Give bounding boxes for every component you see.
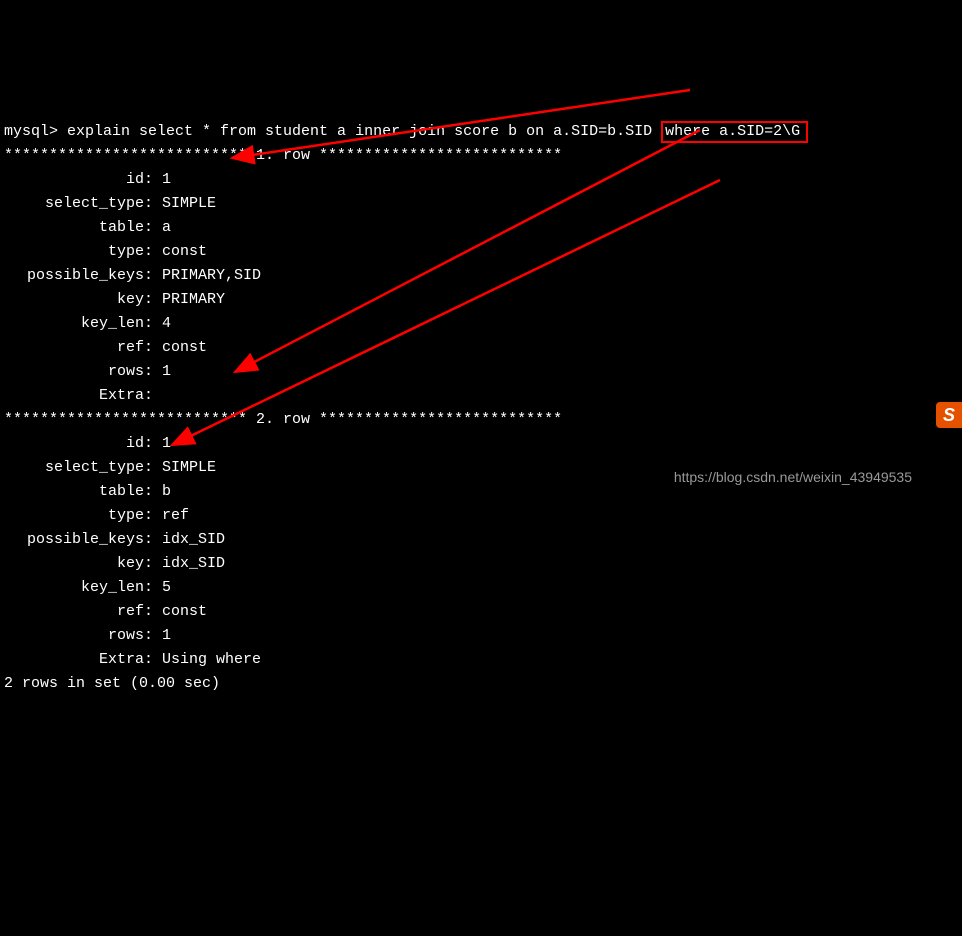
prompt-prefix: mysql> xyxy=(4,123,67,140)
row2-ref: ref: const xyxy=(4,603,207,620)
watermark-text: https://blog.csdn.net/weixin_43949535 xyxy=(674,466,912,488)
label-id: id xyxy=(4,168,144,192)
row2-rows: rows: 1 xyxy=(4,627,171,644)
row-2-header: *************************** 2. row *****… xyxy=(4,411,562,428)
row2-table: table: b xyxy=(4,483,171,500)
csdn-badge-icon: S xyxy=(936,402,962,428)
row2-Extra: Extra: Using where xyxy=(4,651,261,668)
row1-rows: rows: 1 xyxy=(4,363,171,380)
row2-type: type: ref xyxy=(4,507,189,524)
row1-Extra: Extra: xyxy=(4,387,162,404)
row1-id: id: 1 xyxy=(4,171,171,188)
row2-key_len: key_len: 5 xyxy=(4,579,171,596)
row1-key_len: key_len: 4 xyxy=(4,315,171,332)
row1-select_type: select_type: SIMPLE xyxy=(4,195,216,212)
result-footer: 2 rows in set (0.00 sec) xyxy=(4,675,220,692)
row-1-header: *************************** 1. row *****… xyxy=(4,147,562,164)
sql-where-clause-highlight: where a.SID=2\G xyxy=(661,121,808,143)
row2-key: key: idx_SID xyxy=(4,555,225,572)
row1-key: key: PRIMARY xyxy=(4,291,225,308)
row2-select_type: select_type: SIMPLE xyxy=(4,459,216,476)
terminal-output: mysql> explain select * from student a i… xyxy=(0,96,962,696)
row2-id: id: 1 xyxy=(4,435,171,452)
row1-table: table: a xyxy=(4,219,171,236)
row1-ref: ref: const xyxy=(4,339,207,356)
sql-command-main: explain select * from student a inner jo… xyxy=(67,123,661,140)
row1-possible_keys: possible_keys: PRIMARY,SID xyxy=(4,267,261,284)
mysql-prompt: mysql> explain select * from student a i… xyxy=(4,123,808,140)
row1-type: type: const xyxy=(4,243,207,260)
row2-possible_keys: possible_keys: idx_SID xyxy=(4,531,225,548)
